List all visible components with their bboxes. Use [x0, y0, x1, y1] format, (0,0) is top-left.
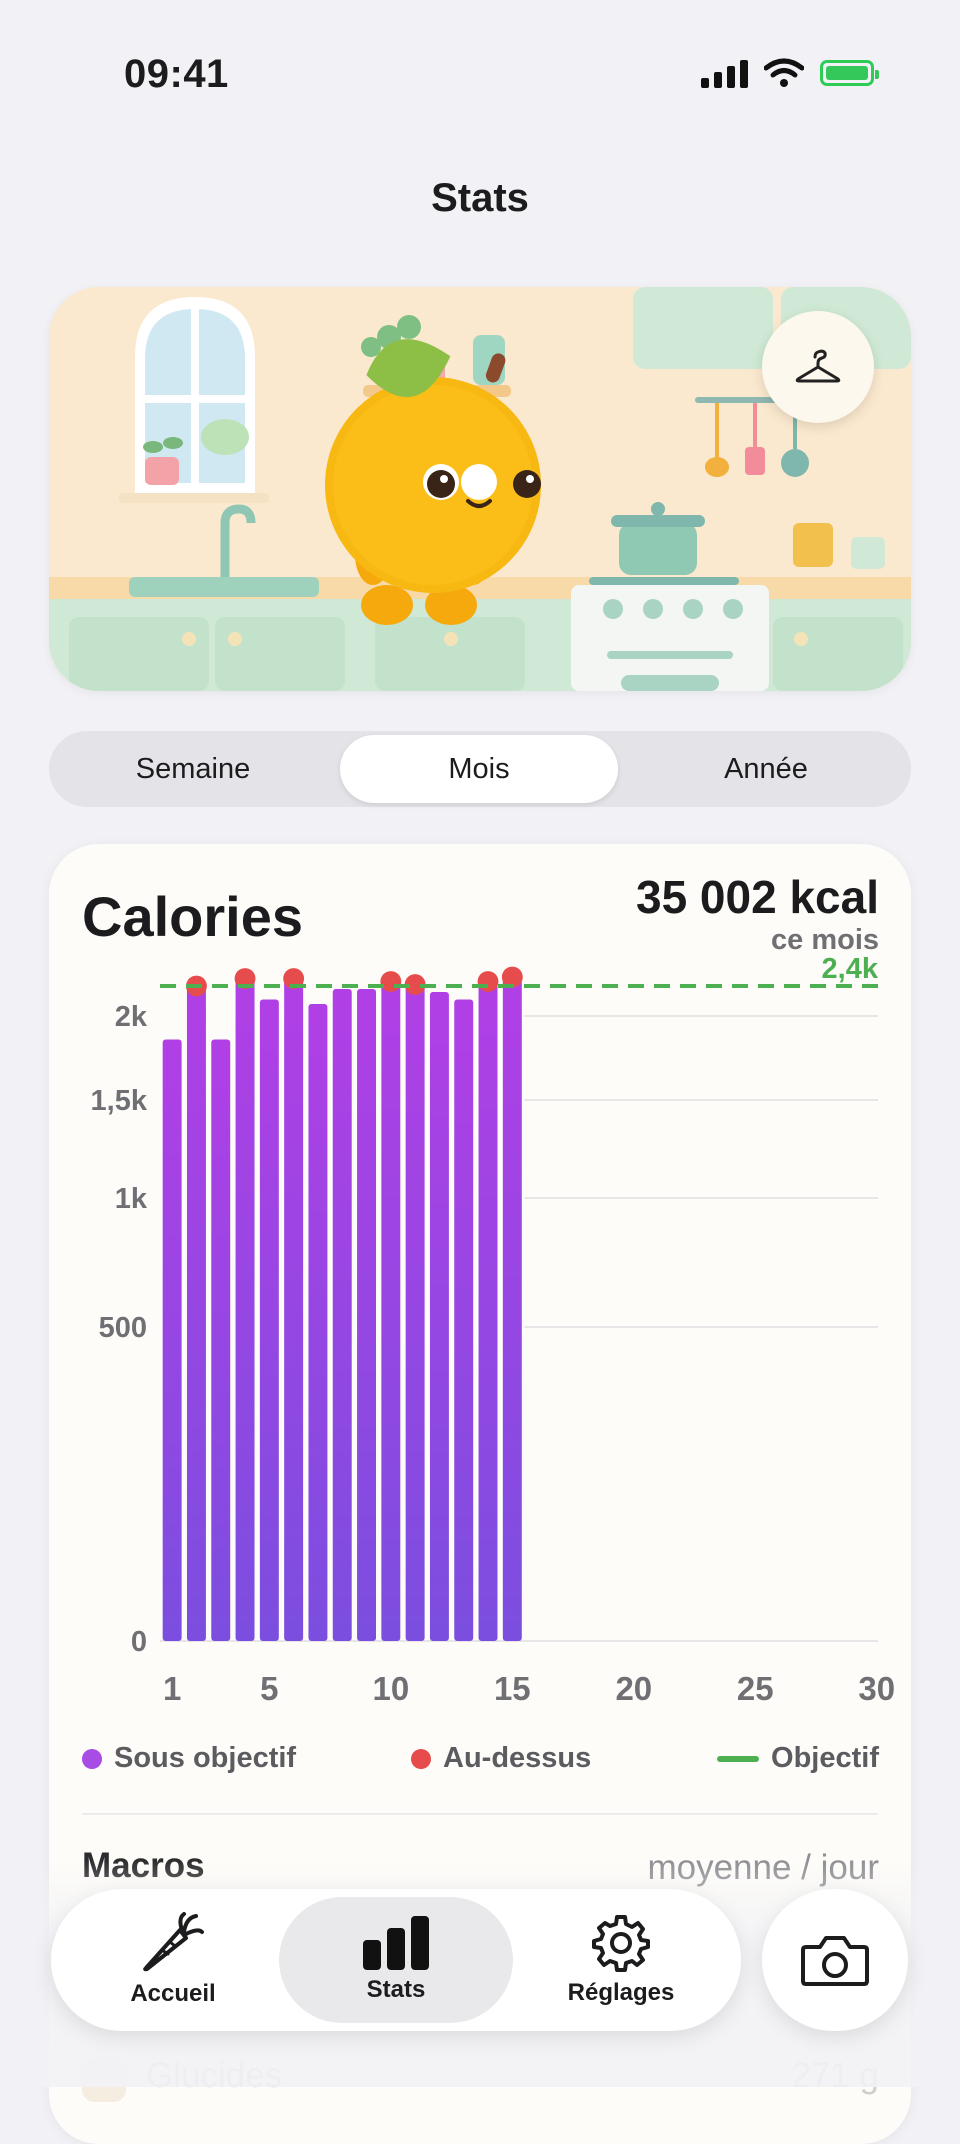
tab-label: Accueil — [130, 1980, 216, 2007]
x-tick-label: 10 — [372, 1670, 409, 1704]
y-tick-label: 0 — [131, 1626, 147, 1658]
wifi-icon — [764, 58, 804, 87]
over-goal-marker — [380, 971, 402, 992]
bar-chart-icon — [363, 1916, 429, 1970]
x-tick-label: 1 — [163, 1670, 181, 1704]
y-tick-label: 500 — [99, 1312, 147, 1344]
calorie-bar — [381, 981, 401, 1641]
legend-dot-red — [411, 1748, 431, 1769]
calorie-bar — [235, 978, 255, 1641]
calorie-bar — [454, 999, 474, 1641]
tab-reglages[interactable]: Réglages — [521, 1897, 721, 2023]
y-tick-label: 1,5k — [91, 1085, 148, 1117]
status-time: 09:41 — [124, 52, 229, 96]
status-icons — [701, 58, 879, 88]
segment-semaine[interactable]: Semaine — [53, 735, 333, 803]
legend-above-goal: Au-dessus — [411, 1742, 591, 1775]
segment-mois[interactable]: Mois — [340, 735, 618, 803]
divider — [82, 1813, 878, 1815]
calorie-bar — [357, 989, 377, 1641]
legend-line-green — [717, 1755, 760, 1762]
calorie-bar — [502, 977, 522, 1641]
outfit-button[interactable] — [762, 311, 874, 423]
x-tick-label: 25 — [737, 1670, 774, 1704]
legend-label: Sous objectif — [114, 1742, 297, 1774]
segment-annee[interactable]: Année — [625, 735, 907, 803]
goal-label: 2,4k — [822, 953, 879, 985]
legend-dot-purple — [82, 1748, 102, 1769]
x-tick-label: 20 — [615, 1670, 652, 1704]
hanger-icon — [795, 349, 841, 383]
tab-label: Réglages — [567, 1979, 675, 2006]
y-tick-label: 2k — [115, 1001, 148, 1033]
signal-icon — [701, 58, 748, 88]
y-tick-label: 1k — [115, 1183, 148, 1215]
legend-label: Au-dessus — [443, 1742, 592, 1774]
x-tick-label: 5 — [260, 1670, 278, 1704]
chart-legend: Sous objectif Au-dessus Objectif — [49, 1742, 911, 1782]
tab-bar: Accueil Stats Réglages — [51, 1889, 741, 2031]
calorie-bar — [211, 1039, 231, 1641]
calorie-bar — [405, 984, 425, 1641]
legend-goal: Objectif — [717, 1742, 879, 1775]
gear-icon — [592, 1915, 650, 1972]
over-goal-marker — [477, 971, 499, 992]
camera-button[interactable] — [762, 1889, 908, 2031]
calorie-bar — [259, 999, 279, 1641]
carrot-icon — [143, 1912, 204, 1972]
calorie-bar — [162, 1039, 182, 1641]
calorie-bar — [332, 989, 352, 1641]
legend-under-goal: Sous objectif — [82, 1742, 296, 1775]
x-tick-label: 15 — [494, 1670, 531, 1704]
period-segmented-control: Semaine Mois Année — [49, 731, 911, 807]
tab-label: Stats — [366, 1976, 426, 2003]
calorie-bar — [308, 1004, 328, 1641]
calorie-bar — [284, 978, 304, 1641]
legend-label: Objectif — [771, 1742, 879, 1774]
x-tick-label: 30 — [858, 1670, 895, 1704]
battery-icon — [820, 60, 879, 86]
tab-stats[interactable]: Stats — [279, 1897, 513, 2023]
page-title: Stats — [431, 176, 529, 220]
tab-accueil[interactable]: Accueil — [73, 1897, 273, 2023]
calorie-bar — [429, 992, 449, 1641]
calorie-bar — [186, 986, 206, 1641]
camera-icon — [801, 1936, 869, 1986]
calories-bar-chart: 05001k1,5k2k 1 5 10 15 20 25 30 2,4k — [91, 953, 896, 1704]
calorie-bar — [478, 981, 498, 1641]
